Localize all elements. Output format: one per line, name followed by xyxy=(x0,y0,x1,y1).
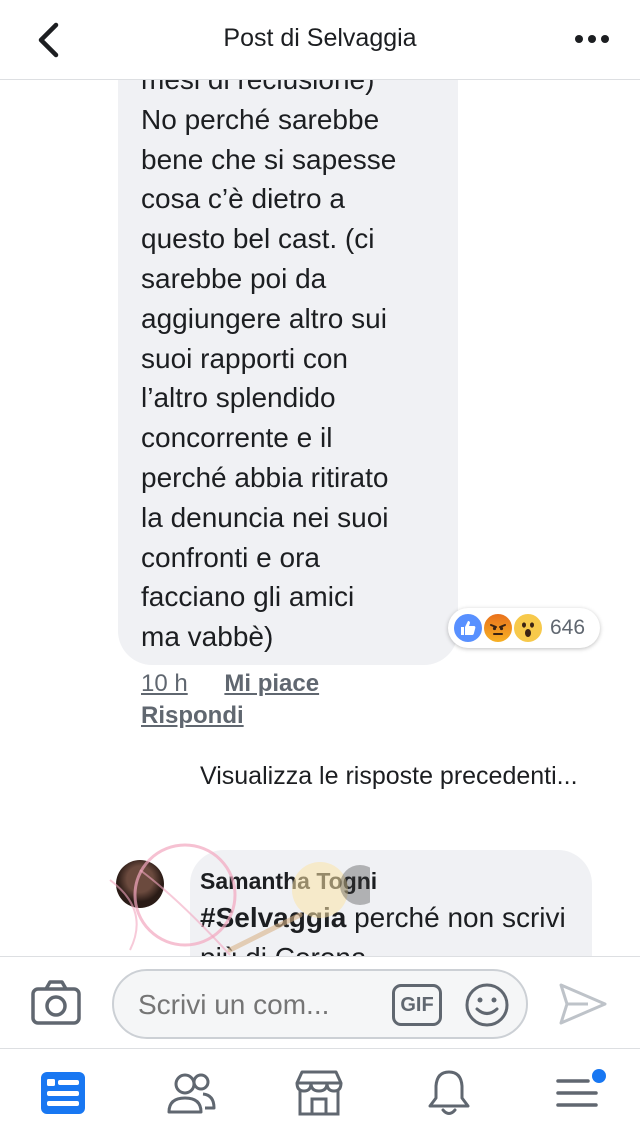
reply-link[interactable]: Rispondi xyxy=(141,702,244,730)
view-previous-replies-link[interactable]: Visualizza le risposte precedenti... xyxy=(200,760,580,793)
hashtag-link[interactable]: #Selvaggia xyxy=(200,902,346,933)
comment-meta: 10 h Mi piace xyxy=(141,670,319,698)
avatar[interactable] xyxy=(116,860,164,908)
camera-icon xyxy=(31,980,81,1025)
reactions-count: 646 xyxy=(550,616,586,639)
wow-icon xyxy=(512,612,544,644)
bell-icon xyxy=(428,1070,470,1115)
send-icon xyxy=(559,983,607,1025)
reply-text: #Selvaggia perché non scrivi più di Coro… xyxy=(200,898,580,956)
send-button[interactable] xyxy=(558,981,608,1027)
tab-groups[interactable] xyxy=(164,1067,218,1119)
angry-icon xyxy=(482,612,514,644)
tab-marketplace[interactable] xyxy=(292,1067,346,1119)
reactions-summary[interactable]: 646 xyxy=(448,608,600,648)
comment-input-container[interactable]: GIF xyxy=(112,969,528,1039)
comment-input[interactable] xyxy=(138,989,368,1021)
reply-author-name[interactable]: Samantha Togni xyxy=(200,868,377,895)
comments-thread[interactable]: mesi di reclusione) No perché sarebbe be… xyxy=(0,80,640,956)
news-feed-icon xyxy=(41,1072,85,1114)
camera-button[interactable] xyxy=(30,979,82,1027)
page-title: Post di Selvaggia xyxy=(223,24,417,52)
more-horizontal-icon xyxy=(575,35,609,43)
comment-text: mesi di reclusione) No perché sarebbe be… xyxy=(141,80,397,653)
sticker-button[interactable] xyxy=(464,982,510,1028)
tab-menu[interactable] xyxy=(550,1067,606,1119)
bottom-tab-bar xyxy=(0,1048,640,1136)
top-nav-bar: Post di Selvaggia xyxy=(0,0,640,80)
smiley-icon xyxy=(465,983,509,1027)
like-icon xyxy=(452,612,484,644)
tab-notifications[interactable] xyxy=(422,1067,476,1119)
more-options-button[interactable] xyxy=(572,24,612,54)
like-link[interactable]: Mi piace xyxy=(224,670,319,697)
notification-dot xyxy=(592,1069,606,1083)
tab-news-feed[interactable] xyxy=(36,1067,90,1119)
comment-timestamp[interactable]: 10 h xyxy=(141,670,188,697)
groups-icon xyxy=(167,1073,216,1114)
marketplace-icon xyxy=(295,1070,343,1116)
comment-composer: GIF xyxy=(0,956,640,1048)
gif-button[interactable]: GIF xyxy=(392,984,442,1026)
